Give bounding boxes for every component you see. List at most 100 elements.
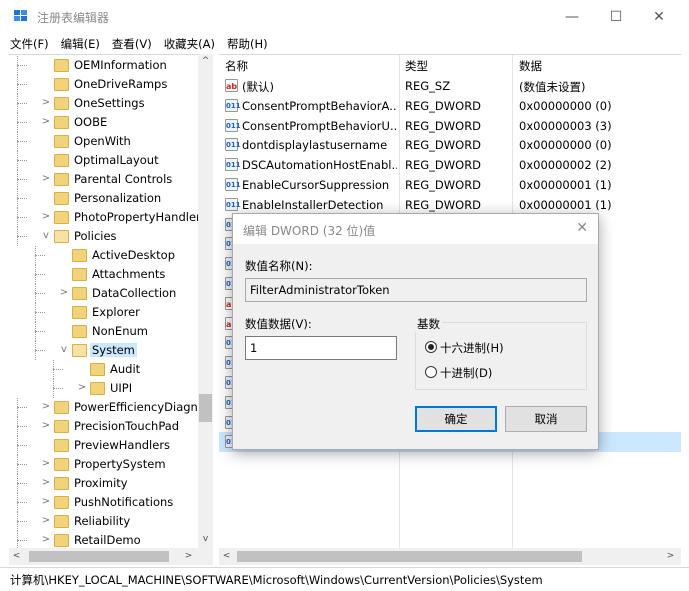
tree-item[interactable]: > OneSettings xyxy=(9,94,199,113)
expand-chevron-icon[interactable]: > xyxy=(59,287,69,299)
expand-chevron-icon[interactable]: > xyxy=(41,496,51,508)
value-row[interactable]: 011 dontdisplaylastusername REG_DWORD 0x000… xyxy=(219,135,681,155)
menu-file[interactable]: 文件(F) xyxy=(10,36,49,52)
ok-button[interactable]: 确定 xyxy=(415,406,497,432)
list-hscroll-thumb[interactable] xyxy=(237,551,582,562)
tree-item[interactable]: Attachments xyxy=(9,265,199,284)
folder-icon xyxy=(54,78,69,91)
collapse-chevron-icon[interactable]: v xyxy=(59,344,69,356)
expand-chevron-icon[interactable]: > xyxy=(41,173,51,185)
tree-item[interactable]: NonEnum xyxy=(9,322,199,341)
tree-item[interactable]: ActiveDesktop xyxy=(9,246,199,265)
tree-item[interactable]: Audit xyxy=(9,360,199,379)
menu-favorites[interactable]: 收藏夹(A) xyxy=(164,36,215,52)
column-header-type[interactable]: 类型 xyxy=(405,55,428,74)
tree-item-label: DataCollection xyxy=(92,286,177,300)
folder-icon xyxy=(72,344,87,357)
tree-item[interactable]: > Parental Controls xyxy=(9,170,199,189)
expand-chevron-icon xyxy=(77,363,87,375)
tree-item-label: NonEnum xyxy=(92,324,148,338)
tree-item[interactable]: PreviewHandlers xyxy=(9,436,199,455)
tree-item[interactable]: OpenWith xyxy=(9,132,199,151)
hex-radio-label[interactable]: 十六进制(H) xyxy=(440,340,504,356)
collapse-chevron-icon[interactable]: v xyxy=(41,230,51,242)
tree-item-label: OEMInformation xyxy=(74,58,167,72)
value-data-input[interactable]: 1 xyxy=(245,336,397,360)
tree-vertical-scrollbar[interactable]: ^ v xyxy=(198,54,213,549)
tree-item[interactable]: Explorer xyxy=(9,303,199,322)
tree-scroll-thumb[interactable] xyxy=(199,394,212,422)
expand-chevron-icon[interactable]: > xyxy=(41,420,51,432)
scroll-up-arrow-icon[interactable]: ^ xyxy=(198,54,213,69)
hex-radio[interactable] xyxy=(425,341,437,353)
tree-guide-line xyxy=(17,103,27,104)
cancel-button[interactable]: 取消 xyxy=(505,406,587,432)
tree-item-label: OneSettings xyxy=(74,96,145,110)
value-name: EnableInstallerDetection xyxy=(242,197,384,212)
tree-item[interactable]: > Proximity xyxy=(9,474,199,493)
folder-icon xyxy=(54,230,69,243)
minimize-button[interactable]: — xyxy=(549,0,595,34)
column-header-data[interactable]: 数据 xyxy=(519,55,542,74)
expand-chevron-icon[interactable]: > xyxy=(41,515,51,527)
menu-help[interactable]: 帮助(H) xyxy=(227,36,268,52)
maximize-button[interactable]: ☐ xyxy=(593,0,639,34)
value-row[interactable]: 011 ConsentPromptBehaviorU... REG_DWORD 0x0… xyxy=(219,116,681,136)
decimal-radio[interactable] xyxy=(425,366,437,378)
value-data: 0x00000000 (0) xyxy=(519,98,612,113)
menu-edit[interactable]: 编辑(E) xyxy=(61,36,100,52)
binary-value-icon: 011 xyxy=(225,178,241,191)
value-data: (数值未设置) xyxy=(519,80,586,94)
tree-item[interactable]: > PushNotifications xyxy=(9,493,199,512)
tree-item[interactable]: > PhotoPropertyHandler xyxy=(9,208,201,227)
tree-horizontal-scrollbar[interactable]: < > xyxy=(9,548,213,565)
tree-item[interactable]: > PropertySystem xyxy=(9,455,199,474)
folder-icon xyxy=(54,116,69,129)
tree-item[interactable]: > OOBE xyxy=(9,113,199,132)
value-row[interactable]: 011 EnableInstallerDetection REG_DWORD 0x00… xyxy=(219,195,681,215)
tree-item[interactable]: Personalization xyxy=(9,189,199,208)
tree-item[interactable]: OEMInformation xyxy=(9,56,199,75)
value-row[interactable]: 011 ConsentPromptBehaviorA... REG_DWORD 0x0… xyxy=(219,96,681,116)
tree-item[interactable]: > UIPI xyxy=(9,379,199,398)
expand-chevron-icon[interactable]: > xyxy=(41,211,51,223)
tree-guide-line xyxy=(35,331,45,332)
list-horizontal-scrollbar[interactable]: < > xyxy=(219,548,681,565)
tree-item[interactable]: > RetailDemo xyxy=(9,531,199,549)
tree-item[interactable]: OptimalLayout xyxy=(9,151,199,170)
scroll-right-arrow-icon[interactable]: > xyxy=(663,549,678,564)
dialog-close-icon[interactable]: ✕ xyxy=(576,220,588,236)
value-row[interactable]: 011 DSCAutomationHostEnabl... REG_DWORD 0x0… xyxy=(219,155,681,175)
tree-hscroll-thumb[interactable] xyxy=(29,551,169,562)
value-row[interactable]: ab (默认) REG_SZ (数值未设置) xyxy=(219,76,681,96)
scroll-left-arrow-icon[interactable]: < xyxy=(9,549,24,564)
close-button[interactable]: ✕ xyxy=(636,0,682,34)
menu-view[interactable]: 查看(V) xyxy=(112,36,152,52)
tree-guide-line xyxy=(17,198,27,199)
expand-chevron-icon[interactable]: > xyxy=(41,477,51,489)
expand-chevron-icon[interactable]: > xyxy=(41,458,51,470)
scroll-right-arrow-icon[interactable]: > xyxy=(181,549,196,564)
expand-chevron-icon[interactable]: > xyxy=(77,382,87,394)
tree-item[interactable]: > PowerEfficiencyDiagnc xyxy=(9,398,204,417)
expand-chevron-icon[interactable]: > xyxy=(41,534,51,546)
expand-chevron-icon[interactable]: > xyxy=(41,116,51,128)
tree-item[interactable]: > Reliability xyxy=(9,512,199,531)
scroll-down-arrow-icon[interactable]: v xyxy=(198,532,213,547)
tree-item[interactable]: > PrecisionTouchPad xyxy=(9,417,199,436)
tree-item[interactable]: OneDriveRamps xyxy=(9,75,199,94)
scroll-left-arrow-icon[interactable]: < xyxy=(219,549,234,564)
registry-tree[interactable]: OEMInformation OneDriveRamps > OneSettings >… xyxy=(9,54,213,549)
tree-item[interactable]: v System xyxy=(9,341,199,360)
tree-item[interactable]: > DataCollection xyxy=(9,284,199,303)
expand-chevron-icon[interactable]: > xyxy=(41,97,51,109)
expand-chevron-icon xyxy=(41,439,51,451)
value-row[interactable]: 011 EnableCursorSuppression REG_DWORD 0x000… xyxy=(219,175,681,195)
expand-chevron-icon[interactable]: > xyxy=(41,401,51,413)
column-header-name[interactable]: 名称 xyxy=(225,55,248,74)
tree-item[interactable]: v Policies xyxy=(9,227,199,246)
value-data: ) xyxy=(592,416,681,430)
value-type: REG_DWORD xyxy=(405,197,482,212)
decimal-radio-label[interactable]: 十进制(D) xyxy=(440,365,492,381)
value-name-label: 数值名称(N): xyxy=(245,259,313,273)
